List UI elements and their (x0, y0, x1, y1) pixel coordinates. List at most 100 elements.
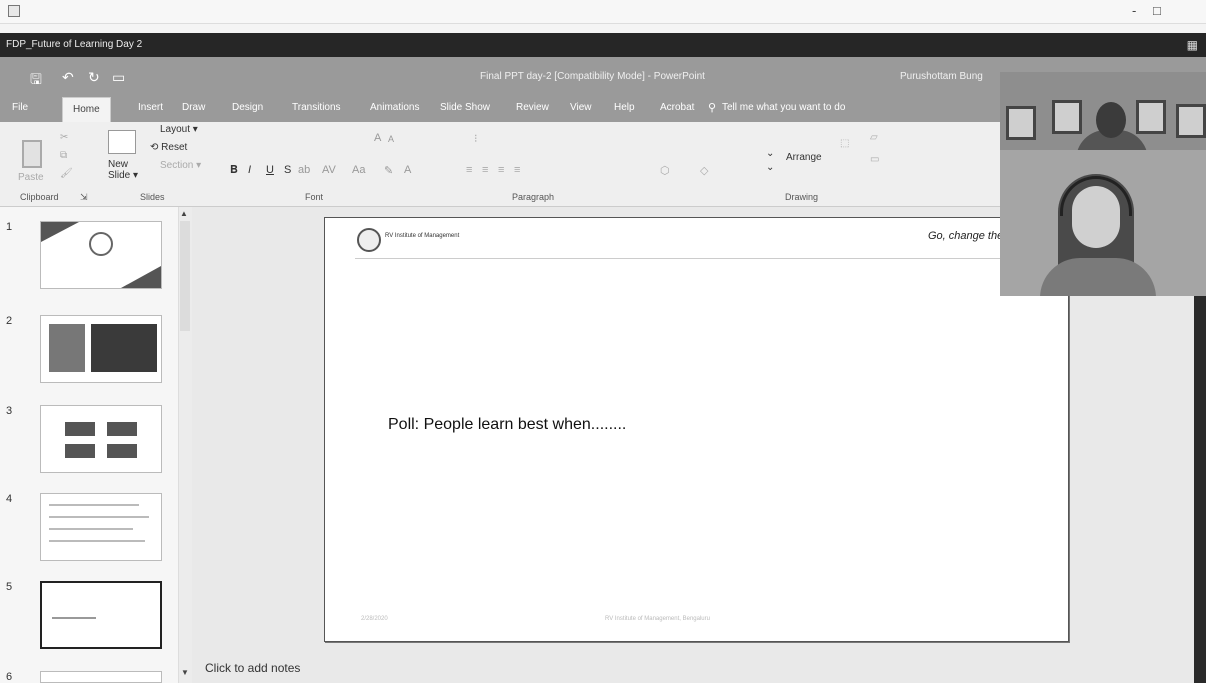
participant-video-1[interactable] (1000, 72, 1206, 150)
chevron-up-icon[interactable]: ⌄ (766, 148, 774, 159)
participant-head (1096, 102, 1126, 138)
tab-slide-show[interactable]: Slide Show (440, 102, 490, 113)
shrink-font-button[interactable]: A (388, 134, 394, 144)
italic-button[interactable]: I (248, 164, 251, 176)
thumb-number: 3 (6, 405, 13, 417)
thumb-text-block (91, 324, 157, 372)
tab-help[interactable]: Help (614, 102, 635, 113)
font-color-button[interactable]: A (404, 164, 411, 176)
shape-effects-icon[interactable]: ▭ (870, 154, 879, 165)
meeting-title-bar: FDP_Future of Learning Day 2 ▦ (0, 33, 1206, 57)
group-drawing: Drawing (785, 192, 819, 202)
slide-thumbnail-pane: 1 2 3 4 5 6 (0, 207, 180, 683)
format-painter-icon[interactable]: 🖌 (60, 168, 73, 179)
thumb-number: 6 (6, 671, 13, 683)
undo-icon[interactable]: ↶ (62, 69, 74, 86)
shadow-button[interactable]: S (284, 164, 291, 176)
slide-body-text[interactable]: Poll: People learn best when........ (388, 416, 626, 434)
arrange-button[interactable]: Arrange (786, 152, 822, 163)
slide-footer-text: RV Institute of Management, Bengaluru (605, 616, 710, 622)
slide-header-divider (355, 258, 1045, 259)
notes-placeholder[interactable]: Click to add notes (205, 661, 300, 675)
slide-thumbnail-2[interactable] (40, 315, 162, 383)
institute-name: RV Institute of Management (385, 233, 460, 239)
ribbon-tabs: File Home Insert Draw Design Transitions… (0, 97, 1000, 123)
redo-icon[interactable]: ↻ (88, 69, 100, 86)
wall-frame (1136, 100, 1166, 134)
copy-icon[interactable]: ⧉ (60, 150, 67, 161)
tab-view[interactable]: View (570, 102, 592, 113)
tab-acrobat[interactable]: Acrobat (660, 102, 694, 113)
tab-insert[interactable]: Insert (138, 102, 163, 113)
meeting-title: FDP_Future of Learning Day 2 (6, 39, 143, 50)
tab-design[interactable]: Design (232, 102, 263, 113)
align-left-icon[interactable]: ≡ (466, 164, 472, 176)
slide-thumbnail-5[interactable] (40, 581, 162, 649)
bold-button[interactable]: 𝐁 (230, 164, 238, 177)
participant-video-2[interactable] (1000, 150, 1206, 296)
new-slide-button[interactable]: New Slide ▾ (108, 159, 138, 181)
group-clipboard: Clipboard (20, 192, 59, 202)
app-icon (8, 5, 20, 17)
thumb-line (49, 528, 133, 530)
underline-button[interactable]: U (266, 164, 274, 176)
quick-styles-icon[interactable]: ⬚ (840, 138, 849, 149)
minimize-button[interactable]: - (1132, 3, 1136, 18)
shape-fill-icon[interactable]: ◇ (700, 164, 708, 177)
restore-button[interactable]: □ (1153, 3, 1161, 18)
slide-thumbnail-1[interactable] (40, 221, 162, 289)
wall-frame (1176, 104, 1206, 138)
shape-outline-icon[interactable]: ▱ (870, 132, 878, 143)
grow-font-button[interactable]: A (374, 132, 381, 144)
tab-animations[interactable]: Animations (370, 102, 419, 113)
bullets-icon[interactable]: ⁝ (474, 132, 478, 145)
current-slide[interactable]: RV Institute of Management Go, change th… (324, 217, 1069, 642)
tab-file[interactable]: File (12, 102, 28, 113)
thumb-number: 2 (6, 315, 13, 327)
tab-transitions[interactable]: Transitions (292, 102, 341, 113)
layout-button[interactable]: Layout ▾ (160, 124, 198, 135)
cut-icon[interactable]: ✂ (60, 132, 68, 143)
slide-thumbnail-4[interactable] (40, 493, 162, 561)
justify-icon[interactable]: ≡ (514, 164, 520, 176)
tab-review[interactable]: Review (516, 102, 549, 113)
present-icon[interactable]: ▭ (112, 69, 125, 86)
reset-label: Reset (161, 142, 188, 153)
new-slide-icon[interactable] (108, 130, 136, 154)
thumb-line (49, 504, 139, 506)
scroll-down-icon[interactable]: ▼ (181, 668, 189, 677)
tab-draw[interactable]: Draw (182, 102, 205, 113)
align-right-icon[interactable]: ≡ (498, 164, 504, 176)
char-spacing-button[interactable]: AV (322, 164, 336, 176)
wall-frame (1006, 106, 1036, 140)
scrollbar-thumb[interactable] (180, 221, 190, 331)
shapes-icon[interactable]: ⬡ (660, 164, 670, 177)
slide-thumbnail-3[interactable] (40, 405, 162, 473)
paste-icon[interactable] (22, 140, 42, 168)
thumb-box (107, 444, 137, 458)
save-icon[interactable]: 🖫 (30, 69, 42, 93)
thumb-photo (49, 324, 85, 372)
lightbulb-icon: ⚲ (708, 102, 717, 114)
highlight-icon[interactable]: ✎ (384, 164, 393, 177)
section-button[interactable]: Section ▾ (160, 160, 201, 171)
tell-me-search[interactable]: Tell me what you want to do (722, 102, 845, 113)
scroll-up-icon[interactable]: ▲ (180, 209, 188, 218)
user-name[interactable]: Purushottam Bung (900, 71, 983, 82)
paste-label[interactable]: Paste (18, 172, 44, 183)
thumb-line (49, 540, 145, 542)
slide-thumbnail-6[interactable] (40, 671, 162, 683)
grid-icon[interactable]: ▦ (1187, 38, 1198, 52)
group-font: Font (305, 192, 324, 202)
strikethrough-button[interactable]: ab (298, 164, 310, 176)
tab-home[interactable]: Home (62, 97, 111, 123)
change-case-button[interactable]: Aa (352, 164, 365, 176)
reset-button[interactable]: ⟲ Reset (150, 142, 187, 153)
thumb-box (107, 422, 137, 436)
align-center-icon[interactable]: ≡ (482, 164, 488, 176)
chevron-down-icon[interactable]: ⌄ (766, 162, 774, 173)
thumb-box (65, 444, 95, 458)
participant-body (1040, 258, 1156, 296)
clipboard-launcher-icon[interactable]: ⇲ (80, 192, 88, 203)
slide-footer-date: 2/28/2020 (361, 616, 388, 622)
